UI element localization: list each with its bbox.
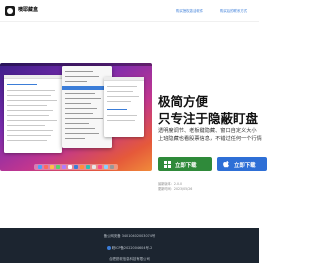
app-name[interactable]: 噢耶藏盒	[18, 6, 38, 13]
windows-download-button[interactable]: 立即下载	[158, 157, 212, 171]
apple-icon	[223, 160, 230, 168]
police-badge-icon	[106, 246, 111, 250]
icp-record[interactable]: 皖ICP备2022004604号-2	[112, 246, 153, 250]
site-header: 噢耶藏盒 购买授权激活软件 购买后的联系方式	[0, 0, 259, 22]
public-security-record[interactable]: 备公网安备 34010402003074号	[0, 233, 259, 238]
update-date: 更新时间：2023/05/26	[158, 187, 193, 191]
site-footer: 备公网安备 34010402003074号 皖ICP备2022004604号-2…	[0, 228, 259, 263]
mac-download-button[interactable]: 立即下载	[217, 157, 267, 171]
hero-section: 极简方便 只专注于隐蔽盯盘 透明度调节、老板键隐藏、窗口自定义大小 上班隐藏也看…	[0, 22, 267, 191]
windows-icon	[164, 160, 171, 168]
hero-description-line1: 透明度调节、老板键隐藏、窗口自定义大小	[158, 128, 257, 134]
company-name: 合肥锐软信息科技有限公司	[109, 257, 150, 261]
windows-download-label: 立即下载	[175, 163, 197, 169]
app-screenshot	[0, 63, 152, 171]
icp-record-row[interactable]: 皖ICP备2022004604号-2	[0, 245, 259, 250]
hero-title-line2: 只专注于隐蔽盯盘	[158, 111, 259, 126]
hero-description-line2: 上班隐藏也看股票信息，不错过任何一个行情	[158, 136, 262, 142]
nav-link-contact[interactable]: 购买后的联系方式	[220, 8, 247, 13]
app-logo-icon[interactable]	[5, 6, 15, 16]
nav-link-buy-license[interactable]: 购买授权激活软件	[176, 8, 203, 13]
mac-download-label: 立即下载	[234, 163, 256, 169]
